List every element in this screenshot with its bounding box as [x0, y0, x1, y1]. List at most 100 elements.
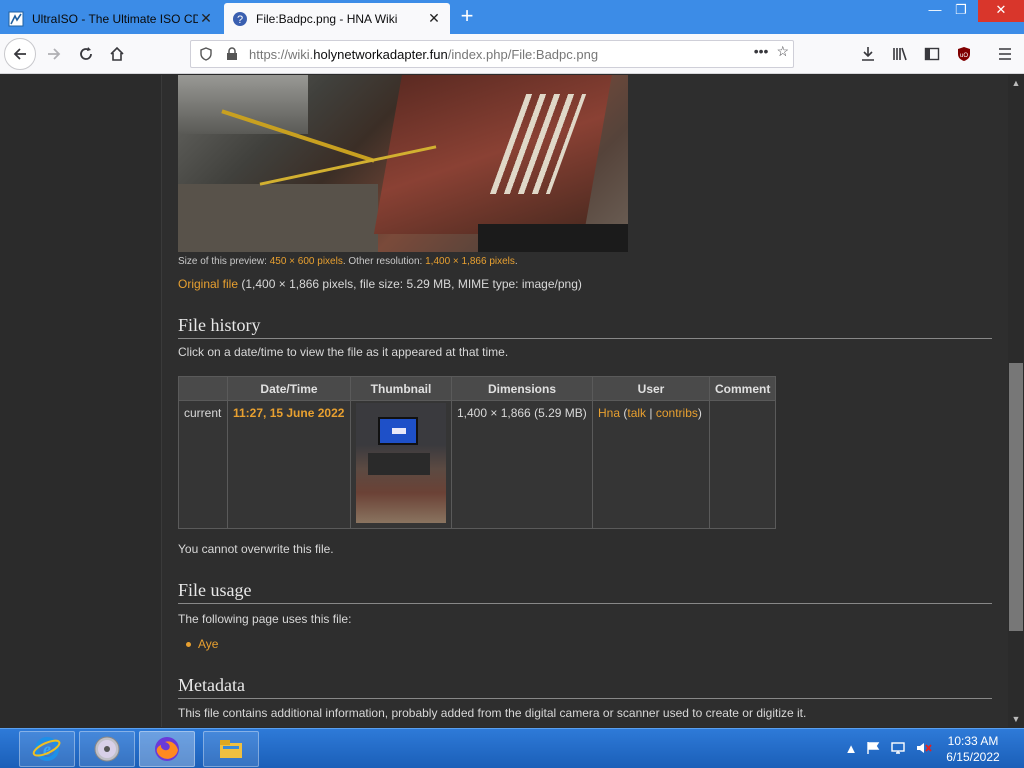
table-header-row: Date/Time Thumbnail Dimensions User Comm…: [178, 376, 777, 401]
tab-hna-wiki[interactable]: ? File:Badpc.png - HNA Wiki ✕: [224, 3, 450, 34]
url-actions: ••• ☆: [754, 43, 789, 60]
overwrite-note: You cannot overwrite this file.: [178, 542, 334, 556]
vertical-scrollbar[interactable]: ▲ ▼: [1008, 75, 1024, 727]
bookmark-star-icon[interactable]: ☆: [776, 43, 789, 60]
close-icon[interactable]: ✕: [198, 10, 214, 27]
original-file-info: (1,400 × 1,866 pixels, file size: 5.29 M…: [238, 277, 582, 291]
thumbnail-laptop-base: [368, 453, 430, 475]
comment-cell: [708, 400, 777, 529]
menu-button[interactable]: [992, 40, 1018, 68]
file-history-description: Click on a date/time to view the file as…: [178, 345, 509, 359]
network-icon[interactable]: [888, 737, 908, 759]
internet-explorer-icon[interactable]: e: [19, 731, 75, 767]
tab-title: UltraISO - The Ultimate ISO CD: [32, 11, 198, 26]
download-icon: [862, 47, 874, 61]
new-tab-button[interactable]: +: [456, 4, 478, 30]
list-item[interactable]: Aye: [186, 637, 218, 651]
restore-icon[interactable]: ❐: [946, 0, 976, 22]
column-header-thumbnail: Thumbnail: [350, 376, 452, 401]
hamburger-menu-icon: [999, 48, 1011, 60]
ublock-icon: uO: [958, 47, 970, 61]
window-close-icon[interactable]: ✕: [978, 0, 1024, 22]
preview-size-line: Size of this preview: 450 × 600 pixels. …: [178, 256, 518, 267]
preview-floor: [178, 184, 378, 252]
column-header-comment: Comment: [708, 376, 777, 401]
table-row: current 11:27, 15 June 2022 1,400 × 1,86…: [178, 400, 777, 529]
wiki-content: Size of this preview: 450 × 600 pixels. …: [161, 75, 1008, 727]
user-cell: Hna (talk | contribs): [592, 400, 710, 529]
shield-icon[interactable]: [195, 43, 217, 65]
url-domain: holynetworkadapter.fun: [313, 46, 448, 62]
close-icon[interactable]: ✕: [426, 10, 442, 27]
user-talk-link[interactable]: talk: [627, 406, 646, 420]
downloads-button[interactable]: [855, 40, 881, 68]
original-file-line: Original file (1,400 × 1,866 pixels, fil…: [178, 277, 582, 291]
datetime-link[interactable]: 11:27, 15 June 2022: [233, 406, 344, 420]
volume-muted-icon[interactable]: [914, 737, 934, 759]
preview-size-link[interactable]: 450 × 600 pixels: [270, 256, 343, 267]
column-header-blank: [178, 376, 228, 401]
thumbnail-cell: [350, 400, 452, 529]
firefox-icon[interactable]: [139, 731, 195, 767]
column-header-datetime: Date/Time: [227, 376, 351, 401]
thumbnail-image[interactable]: [356, 403, 446, 523]
preview-size-label: Size of this preview:: [178, 256, 270, 267]
file-explorer-icon[interactable]: [203, 731, 259, 767]
user-contribs-link[interactable]: contribs: [656, 406, 698, 420]
back-button[interactable]: [4, 38, 36, 70]
reload-button[interactable]: [70, 38, 102, 70]
status-cell: current: [178, 400, 228, 529]
library-button[interactable]: [887, 40, 913, 68]
tab-bar: UltraISO - The Ultimate ISO CD ✕ ? File:…: [0, 0, 1024, 34]
wiki-question-icon: ?: [232, 11, 248, 27]
library-icon: [893, 47, 907, 61]
clock-date: 6/15/2022: [946, 750, 1000, 764]
show-hidden-icons-icon[interactable]: ▲: [844, 737, 858, 759]
reload-icon: [80, 47, 92, 60]
dimensions-cell: 1,400 × 1,866 (5.29 MB): [451, 400, 593, 529]
address-bar[interactable]: https://wiki.holynetworkadapter.fun/inde…: [190, 40, 794, 68]
svg-text:?: ?: [237, 14, 243, 26]
url-prefix: https://wiki.: [249, 46, 314, 62]
home-button[interactable]: [101, 38, 133, 70]
other-resolution-label: . Other resolution:: [342, 256, 426, 267]
tab-title: File:Badpc.png - HNA Wiki: [256, 11, 398, 26]
preview-drive: [178, 75, 308, 134]
navigation-toolbar: https://wiki.holynetworkadapter.fun/inde…: [0, 34, 1024, 74]
other-resolution-link[interactable]: 1,400 × 1,866 pixels: [425, 256, 515, 267]
file-history-heading: File history: [178, 315, 992, 339]
scrollbar-thumb[interactable]: [1009, 363, 1023, 631]
preview-shadow: [478, 224, 628, 252]
file-history-table: Date/Time Thumbnail Dimensions User Comm…: [178, 376, 777, 529]
home-icon: [110, 46, 124, 61]
ublock-extension-button[interactable]: uO: [951, 40, 977, 68]
scroll-up-icon[interactable]: ▲: [1008, 75, 1024, 91]
thumbnail-screen: [378, 417, 418, 445]
page-viewport: Size of this preview: 450 × 600 pixels. …: [0, 75, 1008, 727]
svg-text:uO: uO: [960, 53, 968, 59]
datetime-cell: 11:27, 15 June 2022: [227, 400, 351, 529]
page-actions-icon[interactable]: •••: [754, 43, 769, 60]
action-center-flag-icon[interactable]: [864, 737, 882, 759]
disc-icon[interactable]: [79, 731, 135, 767]
tab-ultraiso[interactable]: UltraISO - The Ultimate ISO CD ✕: [0, 3, 222, 34]
metadata-heading: Metadata: [178, 675, 992, 699]
metadata-description: This file contains additional informatio…: [178, 706, 807, 720]
file-preview-image[interactable]: [178, 75, 628, 252]
arrow-left-icon: [13, 48, 26, 60]
sidebar-button[interactable]: [919, 40, 945, 68]
forward-button[interactable]: [38, 38, 70, 70]
file-usage-list: Aye: [186, 637, 218, 651]
taskbar-clock[interactable]: 10:33 AM 6/15/2022: [940, 733, 1006, 765]
column-header-dimensions: Dimensions: [451, 376, 593, 401]
user-link[interactable]: Hna: [598, 406, 620, 420]
lock-icon[interactable]: [221, 43, 243, 65]
original-file-link[interactable]: Original file: [178, 277, 238, 291]
scroll-down-icon[interactable]: ▼: [1008, 711, 1024, 727]
windows-taskbar: e ▲ 10:33 AM 6/15/2022: [0, 728, 1024, 768]
arrow-right-icon: [48, 48, 61, 60]
ultraiso-icon: [8, 11, 24, 27]
other-resolution-end: .: [514, 256, 518, 267]
clock-time: 10:33 AM: [947, 734, 999, 748]
url-path: /index.php/File:Badpc.png: [447, 46, 599, 62]
